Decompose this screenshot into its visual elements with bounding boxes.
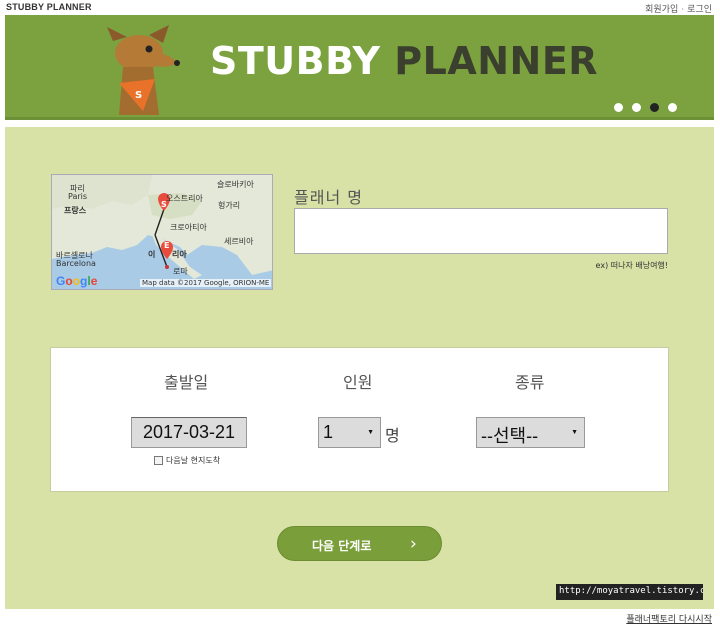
page: STUBBY PLANNER 회원가입 · 로그인 S STUBBY PLANNER: [0, 0, 720, 625]
link-separator: ·: [681, 5, 685, 15]
dog-tag-letter: S: [135, 90, 143, 101]
type-value: --선택--: [481, 426, 539, 446]
people-unit: 명: [385, 426, 400, 445]
map-label: 헝가리: [218, 201, 241, 210]
trip-options-panel: 출발일 인원 종류 2017-03-21 다음날 현지도착 1 ▼ 명 --선택…: [50, 347, 669, 492]
people-select[interactable]: 1 ▼: [318, 417, 381, 448]
account-links: 회원가입 · 로그인: [645, 2, 712, 15]
departure-date-input[interactable]: 2017-03-21: [131, 417, 247, 448]
map-label: 크로아티아: [170, 223, 207, 232]
slide-dot-4[interactable]: [668, 103, 677, 112]
next-step-button[interactable]: 다음 단계로 ›: [277, 526, 442, 561]
chevron-right-icon: ›: [410, 534, 417, 554]
map-credit: Map data ©2017 Google, ORION-ME: [140, 279, 272, 287]
map-label: 슬로바키아: [217, 180, 254, 189]
logo-text: STUBBY PLANNER: [210, 39, 598, 83]
people-label: 인원: [343, 373, 373, 392]
route-map[interactable]: S E 파리 Paris 프랑스 오스트리아 슬로바키아 헝가리 크로아티아 세…: [51, 174, 273, 290]
top-bar: STUBBY PLANNER 회원가입 · 로그인: [0, 0, 720, 15]
map-label: 오스트리아: [166, 194, 203, 203]
slide-dot-3[interactable]: [650, 103, 659, 112]
main-content: S E 파리 Paris 프랑스 오스트리아 슬로바키아 헝가리 크로아티아 세…: [5, 127, 714, 609]
slide-dots: [614, 103, 677, 112]
map-label: Barcelona: [56, 259, 96, 268]
login-link[interactable]: 로그인: [687, 5, 712, 15]
map-label: 로마: [173, 267, 188, 276]
next-day-arrival-label: 다음날 현지도착: [166, 456, 221, 465]
google-logo: Google: [56, 274, 98, 288]
logo-word-stubby: STUBBY: [210, 39, 381, 83]
next-day-arrival-option[interactable]: 다음날 현지도착: [154, 455, 220, 466]
slide-dot-2[interactable]: [632, 103, 641, 112]
map-label: Paris: [68, 192, 88, 201]
next-step-label: 다음 단계로: [312, 539, 372, 553]
people-value: 1: [323, 422, 334, 442]
dog-mascot-icon: [107, 25, 180, 115]
planner-name-hint: ex) 떠나자 배낭여행!: [595, 261, 668, 270]
hero-banner: S STUBBY PLANNER: [5, 15, 714, 120]
map-label: 이: [148, 250, 156, 259]
chevron-down-icon: ▼: [367, 429, 374, 436]
type-select[interactable]: --선택-- ▼: [476, 417, 585, 448]
type-label: 종류: [515, 373, 545, 392]
planner-name-input[interactable]: [294, 208, 668, 254]
map-label: 리아: [172, 250, 187, 259]
next-day-arrival-checkbox[interactable]: [154, 456, 163, 465]
chevron-down-icon: ▼: [571, 429, 578, 436]
restart-link[interactable]: 플래너팩토리 다시시작: [626, 612, 712, 625]
slide-dot-1[interactable]: [614, 103, 623, 112]
map-end-marker: E: [164, 241, 170, 250]
departure-date-label: 출발일: [164, 373, 209, 392]
logo-word-planner: PLANNER: [394, 39, 599, 83]
map-label: 프랑스: [64, 206, 87, 215]
site-title[interactable]: STUBBY PLANNER: [6, 2, 92, 12]
signup-link[interactable]: 회원가입: [645, 5, 678, 15]
planner-name-label: 플래너 명: [294, 188, 363, 207]
watermark: http://moyatravel.tistory.com: [556, 584, 703, 600]
map-label: 세르비아: [224, 237, 254, 246]
